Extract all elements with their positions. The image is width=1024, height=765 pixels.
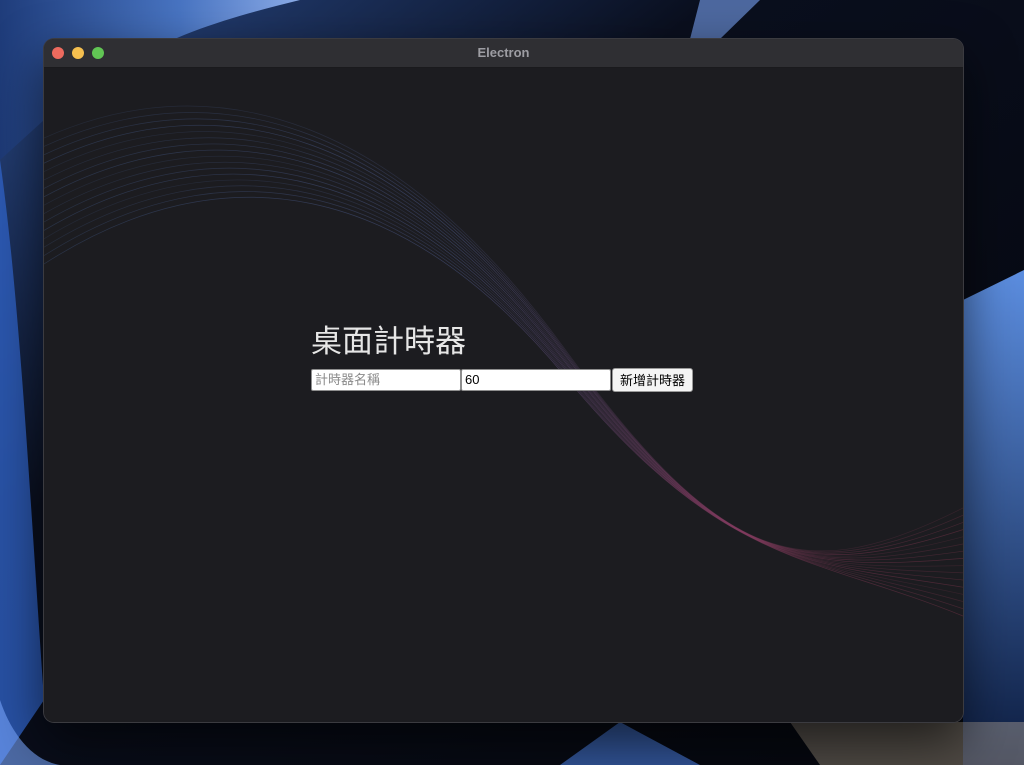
app-content: 桌面計時器 新增計時器 [44, 68, 963, 722]
page-title: 桌面計時器 [311, 324, 466, 360]
background-waves [44, 105, 963, 617]
title-bar[interactable]: Electron [44, 39, 963, 68]
app-window: Electron 桌面計時器 新增計時器 [44, 39, 963, 722]
wave-line [44, 191, 963, 610]
window-title: Electron [477, 45, 530, 60]
timer-duration-input[interactable] [461, 368, 611, 391]
wave-line [44, 185, 963, 602]
add-timer-button[interactable]: 新增計時器 [612, 367, 694, 392]
timer-app: 桌面計時器 新增計時器 [311, 322, 694, 392]
add-timer-form: 新增計時器 [311, 367, 694, 392]
timer-name-input[interactable] [311, 368, 461, 391]
